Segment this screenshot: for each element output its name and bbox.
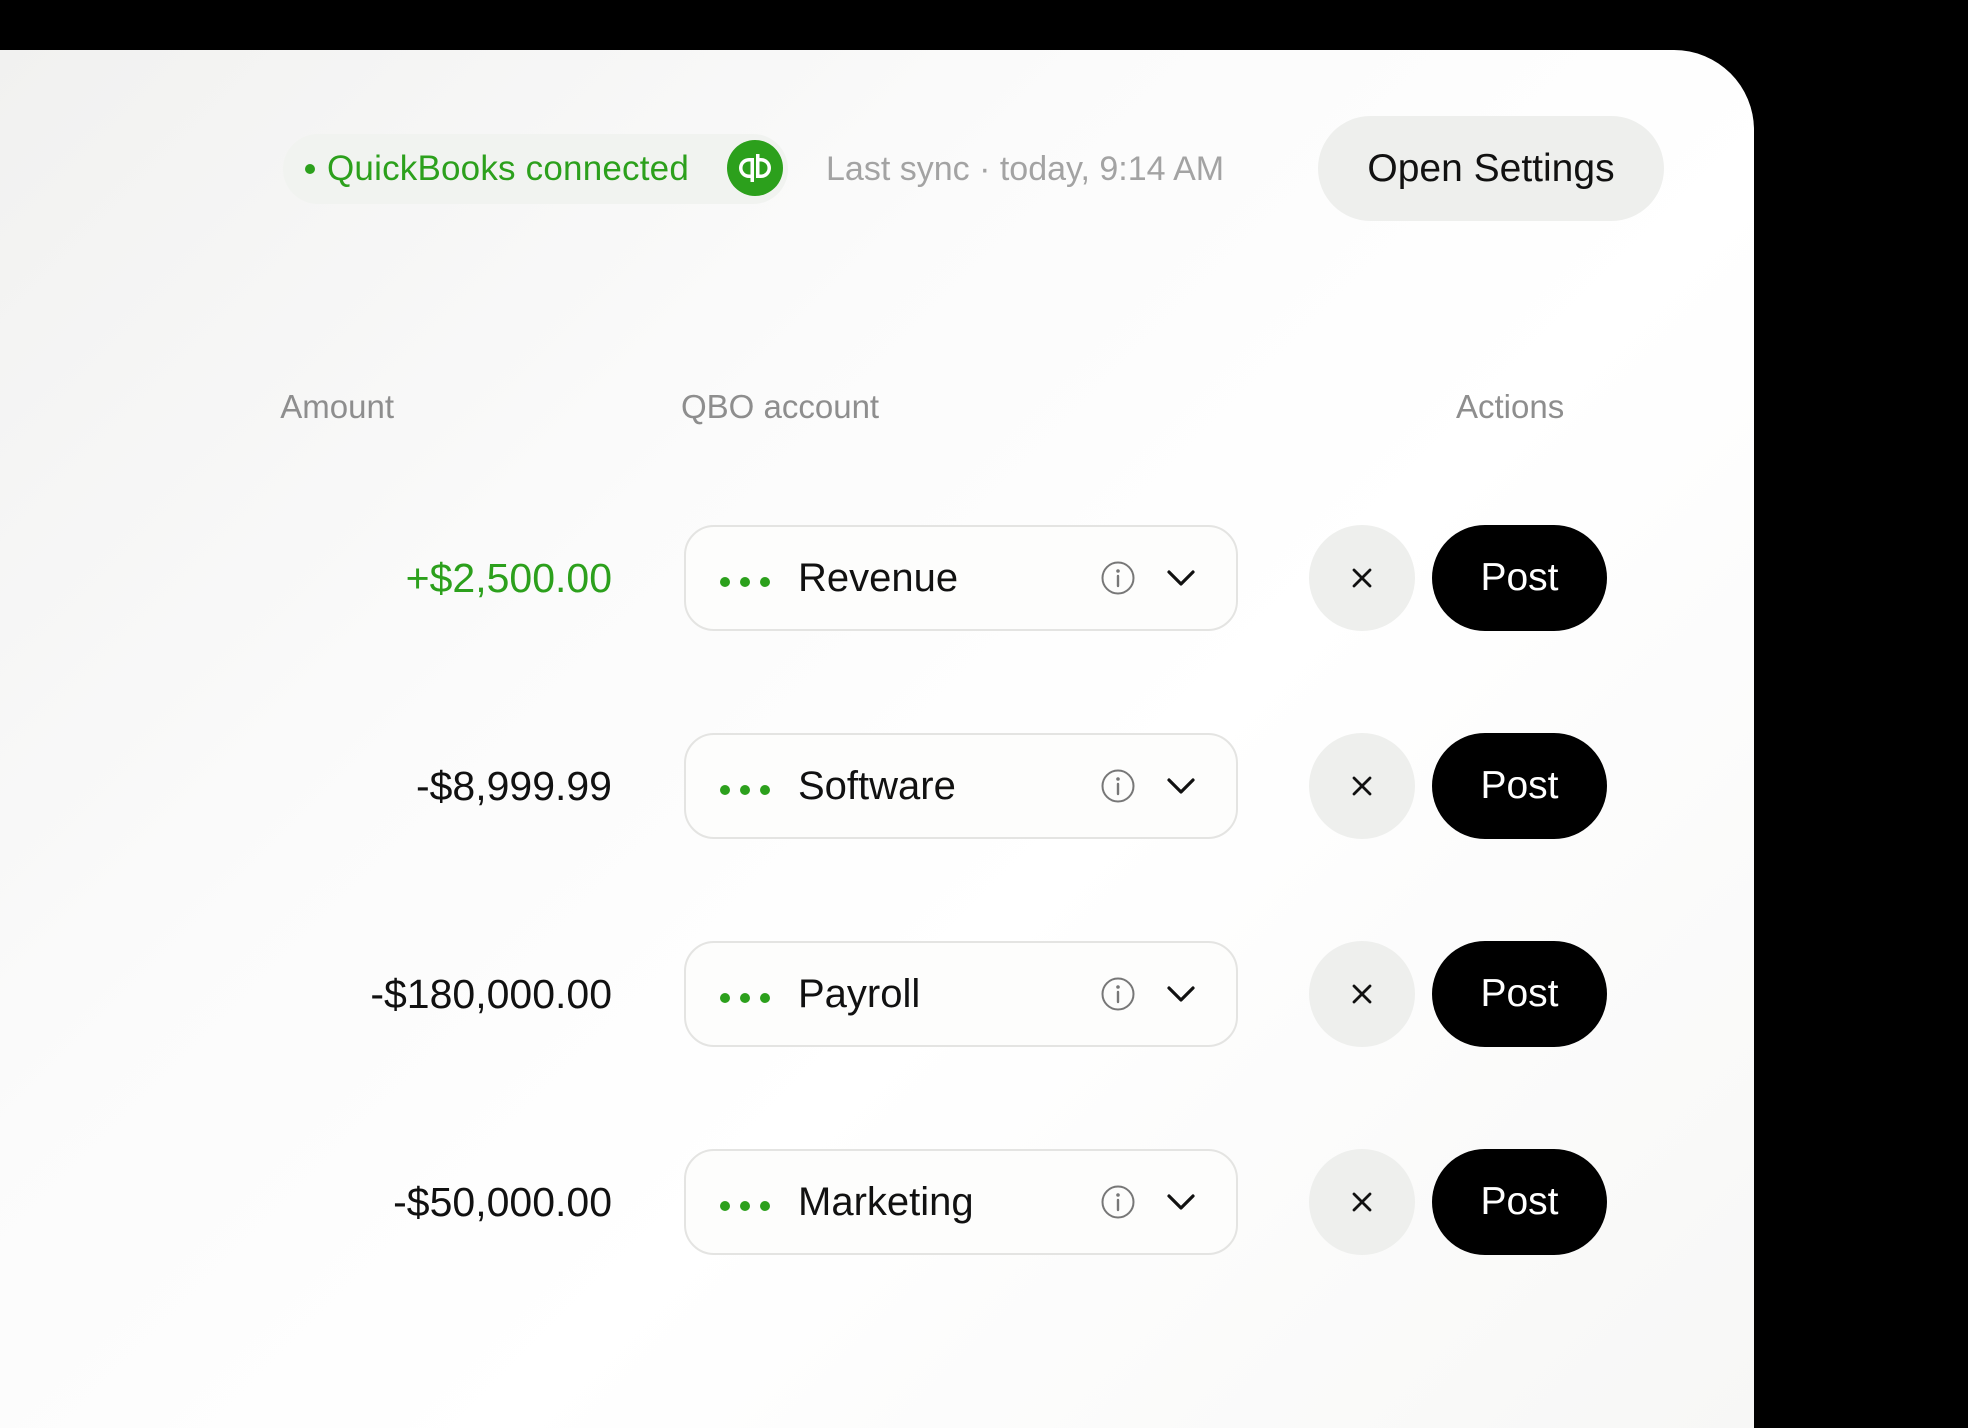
- table-row: -$180,000.00 Payroll Post: [0, 941, 1754, 1047]
- dismiss-button[interactable]: [1309, 1149, 1415, 1255]
- post-button[interactable]: Post: [1432, 941, 1607, 1047]
- account-select-value: Revenue: [798, 556, 959, 600]
- account-menu-dots-icon: [720, 785, 770, 795]
- close-icon: [1352, 984, 1372, 1004]
- dismiss-button[interactable]: [1309, 941, 1415, 1047]
- chevron-down-icon[interactable]: [1164, 771, 1198, 801]
- info-icon[interactable]: [1100, 560, 1136, 596]
- last-sync-text: Last sync · today, 9:14 AM: [826, 150, 1225, 188]
- table-row: -$50,000.00 Marketing Post: [0, 1149, 1754, 1255]
- account-select-value: Marketing: [798, 1180, 974, 1224]
- account-menu-dots-icon: [720, 577, 770, 587]
- open-settings-button[interactable]: Open Settings: [1318, 116, 1664, 221]
- close-icon: [1352, 568, 1372, 588]
- table-row: -$8,999.99 Software Post: [0, 733, 1754, 839]
- post-button[interactable]: Post: [1432, 1149, 1607, 1255]
- info-icon[interactable]: [1100, 1184, 1136, 1220]
- qbo-account-select[interactable]: Revenue: [684, 525, 1238, 631]
- account-select-value: Software: [798, 764, 956, 808]
- column-header-actions: Actions: [1456, 388, 1565, 425]
- amount-cell: +$2,500.00: [405, 555, 612, 601]
- connection-status-badge: QuickBooks connected: [283, 134, 788, 204]
- amount-cell: -$8,999.99: [415, 763, 612, 809]
- qbo-account-select[interactable]: Payroll: [684, 941, 1238, 1047]
- info-icon[interactable]: [1100, 768, 1136, 804]
- account-menu-dots-icon: [720, 1201, 770, 1211]
- column-header-amount: Amount: [280, 388, 394, 425]
- chevron-down-icon[interactable]: [1164, 1187, 1198, 1217]
- chevron-down-icon[interactable]: [1164, 563, 1198, 593]
- account-menu-dots-icon: [720, 993, 770, 1003]
- quickbooks-logo-icon: [727, 140, 783, 196]
- connection-status-label: QuickBooks connected: [327, 149, 689, 188]
- status-dot-icon: [305, 164, 315, 174]
- account-select-value: Payroll: [798, 972, 921, 1016]
- info-icon[interactable]: [1100, 976, 1136, 1012]
- dismiss-button[interactable]: [1309, 525, 1415, 631]
- post-button[interactable]: Post: [1432, 733, 1607, 839]
- post-button[interactable]: Post: [1432, 525, 1607, 631]
- amount-cell: -$180,000.00: [370, 971, 612, 1017]
- transactions-panel: QuickBooks connected Last sync · today, …: [0, 50, 1754, 1428]
- amount-cell: -$50,000.00: [393, 1179, 612, 1225]
- close-icon: [1352, 776, 1372, 796]
- close-icon: [1352, 1192, 1372, 1212]
- table-row: +$2,500.00 Revenue Post: [0, 525, 1754, 631]
- column-header-qbo-account: QBO account: [681, 388, 880, 425]
- chevron-down-icon[interactable]: [1164, 979, 1198, 1009]
- qbo-account-select[interactable]: Marketing: [684, 1149, 1238, 1255]
- dismiss-button[interactable]: [1309, 733, 1415, 839]
- qbo-account-select[interactable]: Software: [684, 733, 1238, 839]
